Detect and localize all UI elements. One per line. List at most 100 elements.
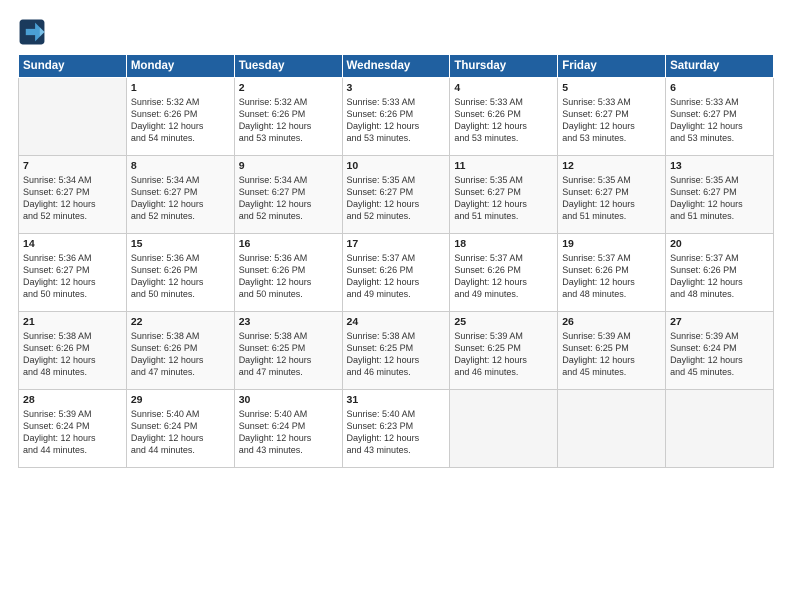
day-number: 21 xyxy=(23,316,122,328)
day-content: Sunrise: 5:33 AM Sunset: 6:26 PM Dayligh… xyxy=(347,96,446,145)
col-header-friday: Friday xyxy=(558,55,666,78)
calendar-cell xyxy=(666,390,774,468)
day-content: Sunrise: 5:36 AM Sunset: 6:26 PM Dayligh… xyxy=(131,252,230,301)
col-header-monday: Monday xyxy=(126,55,234,78)
calendar-cell: 30Sunrise: 5:40 AM Sunset: 6:24 PM Dayli… xyxy=(234,390,342,468)
calendar-cell: 28 Sunrise: 5:39 AM Sunset: 6:24 PM Dayli… xyxy=(19,390,127,468)
day-number: 20 xyxy=(670,238,769,250)
day-number: 24 xyxy=(347,316,446,328)
calendar-cell: 19 Sunrise: 5:37 AM Sunset: 6:26 PM Dayli… xyxy=(558,234,666,312)
day-number: 27 xyxy=(670,316,769,328)
day-number: 11 xyxy=(454,160,553,172)
page: SundayMondayTuesdayWednesdayThursdayFrid… xyxy=(0,0,792,612)
day-content: Sunrise: 5:35 AM Sunset: 6:27 PM Dayligh… xyxy=(670,174,769,223)
col-header-saturday: Saturday xyxy=(666,55,774,78)
day-number: 15 xyxy=(131,238,230,250)
day-content: Sunrise: 5:36 AM Sunset: 6:27 PM Dayligh… xyxy=(23,252,122,301)
calendar-cell: 29 Sunrise: 5:40 AM Sunset: 6:24 PM Dayli… xyxy=(126,390,234,468)
day-number: 31 xyxy=(347,394,446,406)
calendar-cell: 5 Sunrise: 5:33 AM Sunset: 6:27 PM Daylig… xyxy=(558,78,666,156)
day-content: Sunrise: 5:40 AM Sunset: 6:23 PM Dayligh… xyxy=(347,408,446,457)
day-content: Sunrise: 5:38 AM Sunset: 6:26 PM Dayligh… xyxy=(131,330,230,379)
day-content: Sunrise: 5:38 AM Sunset: 6:25 PM Dayligh… xyxy=(347,330,446,379)
day-content: Sunrise: 5:34 AM Sunset: 6:27 PM Dayligh… xyxy=(239,174,338,223)
day-content: Sunrise: 5:40 AM Sunset: 6:24 PM Dayligh… xyxy=(131,408,230,457)
calendar-cell: 21 Sunrise: 5:38 AM Sunset: 6:26 PM Dayli… xyxy=(19,312,127,390)
week-row-2: 7 Sunrise: 5:34 AM Sunset: 6:27 PM Daylig… xyxy=(19,156,774,234)
day-content: Sunrise: 5:39 AM Sunset: 6:24 PM Dayligh… xyxy=(23,408,122,457)
calendar-cell: 3Sunrise: 5:33 AM Sunset: 6:26 PM Daylig… xyxy=(342,78,450,156)
calendar-cell: 2 Sunrise: 5:32 AM Sunset: 6:26 PM Daylig… xyxy=(234,78,342,156)
day-content: Sunrise: 5:37 AM Sunset: 6:26 PM Dayligh… xyxy=(562,252,661,301)
calendar-cell: 13 Sunrise: 5:35 AM Sunset: 6:27 PM Dayli… xyxy=(666,156,774,234)
calendar-cell: 23Sunrise: 5:38 AM Sunset: 6:25 PM Dayli… xyxy=(234,312,342,390)
day-number: 2 xyxy=(239,82,338,94)
day-content: Sunrise: 5:33 AM Sunset: 6:27 PM Dayligh… xyxy=(562,96,661,145)
day-number: 13 xyxy=(670,160,769,172)
day-content: Sunrise: 5:35 AM Sunset: 6:27 PM Dayligh… xyxy=(347,174,446,223)
calendar-cell: 7 Sunrise: 5:34 AM Sunset: 6:27 PM Daylig… xyxy=(19,156,127,234)
day-content: Sunrise: 5:35 AM Sunset: 6:27 PM Dayligh… xyxy=(562,174,661,223)
day-number: 5 xyxy=(562,82,661,94)
day-number: 14 xyxy=(23,238,122,250)
week-row-1: 1Sunrise: 5:32 AM Sunset: 6:26 PM Daylig… xyxy=(19,78,774,156)
day-number: 9 xyxy=(239,160,338,172)
logo-icon xyxy=(18,18,46,46)
day-content: Sunrise: 5:32 AM Sunset: 6:26 PM Dayligh… xyxy=(239,96,338,145)
day-number: 26 xyxy=(562,316,661,328)
day-number: 25 xyxy=(454,316,553,328)
col-header-wednesday: Wednesday xyxy=(342,55,450,78)
day-content: Sunrise: 5:39 AM Sunset: 6:25 PM Dayligh… xyxy=(454,330,553,379)
calendar-cell: 20 Sunrise: 5:37 AM Sunset: 6:26 PM Dayli… xyxy=(666,234,774,312)
day-content: Sunrise: 5:37 AM Sunset: 6:26 PM Dayligh… xyxy=(670,252,769,301)
calendar-cell: 22Sunrise: 5:38 AM Sunset: 6:26 PM Dayli… xyxy=(126,312,234,390)
day-number: 10 xyxy=(347,160,446,172)
calendar-cell: 14 Sunrise: 5:36 AM Sunset: 6:27 PM Dayli… xyxy=(19,234,127,312)
calendar-table: SundayMondayTuesdayWednesdayThursdayFrid… xyxy=(18,54,774,468)
calendar-cell: 12 Sunrise: 5:35 AM Sunset: 6:27 PM Dayli… xyxy=(558,156,666,234)
calendar-cell: 16 Sunrise: 5:36 AM Sunset: 6:26 PM Dayli… xyxy=(234,234,342,312)
day-content: Sunrise: 5:33 AM Sunset: 6:27 PM Dayligh… xyxy=(670,96,769,145)
week-row-3: 14 Sunrise: 5:36 AM Sunset: 6:27 PM Dayli… xyxy=(19,234,774,312)
day-content: Sunrise: 5:40 AM Sunset: 6:24 PM Dayligh… xyxy=(239,408,338,457)
day-content: Sunrise: 5:38 AM Sunset: 6:26 PM Dayligh… xyxy=(23,330,122,379)
day-number: 17 xyxy=(347,238,446,250)
calendar-cell: 31 Sunrise: 5:40 AM Sunset: 6:23 PM Dayli… xyxy=(342,390,450,468)
day-content: Sunrise: 5:34 AM Sunset: 6:27 PM Dayligh… xyxy=(23,174,122,223)
week-row-5: 28 Sunrise: 5:39 AM Sunset: 6:24 PM Dayli… xyxy=(19,390,774,468)
day-content: Sunrise: 5:39 AM Sunset: 6:25 PM Dayligh… xyxy=(562,330,661,379)
day-number: 6 xyxy=(670,82,769,94)
calendar-cell: 24 Sunrise: 5:38 AM Sunset: 6:25 PM Dayli… xyxy=(342,312,450,390)
day-content: Sunrise: 5:37 AM Sunset: 6:26 PM Dayligh… xyxy=(347,252,446,301)
header xyxy=(18,18,774,46)
day-number: 12 xyxy=(562,160,661,172)
day-content: Sunrise: 5:37 AM Sunset: 6:26 PM Dayligh… xyxy=(454,252,553,301)
calendar-cell: 18 Sunrise: 5:37 AM Sunset: 6:26 PM Dayli… xyxy=(450,234,558,312)
day-content: Sunrise: 5:36 AM Sunset: 6:26 PM Dayligh… xyxy=(239,252,338,301)
header-row: SundayMondayTuesdayWednesdayThursdayFrid… xyxy=(19,55,774,78)
day-number: 16 xyxy=(239,238,338,250)
week-row-4: 21 Sunrise: 5:38 AM Sunset: 6:26 PM Dayli… xyxy=(19,312,774,390)
day-content: Sunrise: 5:34 AM Sunset: 6:27 PM Dayligh… xyxy=(131,174,230,223)
col-header-tuesday: Tuesday xyxy=(234,55,342,78)
calendar-cell xyxy=(450,390,558,468)
day-number: 23 xyxy=(239,316,338,328)
calendar-cell: 8Sunrise: 5:34 AM Sunset: 6:27 PM Daylig… xyxy=(126,156,234,234)
day-content: Sunrise: 5:39 AM Sunset: 6:24 PM Dayligh… xyxy=(670,330,769,379)
day-number: 7 xyxy=(23,160,122,172)
calendar-cell: 17 Sunrise: 5:37 AM Sunset: 6:26 PM Dayli… xyxy=(342,234,450,312)
calendar-cell: 6 Sunrise: 5:33 AM Sunset: 6:27 PM Daylig… xyxy=(666,78,774,156)
day-number: 28 xyxy=(23,394,122,406)
calendar-cell xyxy=(19,78,127,156)
day-number: 18 xyxy=(454,238,553,250)
calendar-cell: 4 Sunrise: 5:33 AM Sunset: 6:26 PM Daylig… xyxy=(450,78,558,156)
day-number: 29 xyxy=(131,394,230,406)
day-content: Sunrise: 5:33 AM Sunset: 6:26 PM Dayligh… xyxy=(454,96,553,145)
day-number: 19 xyxy=(562,238,661,250)
calendar-cell: 1Sunrise: 5:32 AM Sunset: 6:26 PM Daylig… xyxy=(126,78,234,156)
calendar-cell xyxy=(558,390,666,468)
day-number: 4 xyxy=(454,82,553,94)
calendar-cell: 11Sunrise: 5:35 AM Sunset: 6:27 PM Dayli… xyxy=(450,156,558,234)
calendar-cell: 9 Sunrise: 5:34 AM Sunset: 6:27 PM Daylig… xyxy=(234,156,342,234)
day-content: Sunrise: 5:32 AM Sunset: 6:26 PM Dayligh… xyxy=(131,96,230,145)
